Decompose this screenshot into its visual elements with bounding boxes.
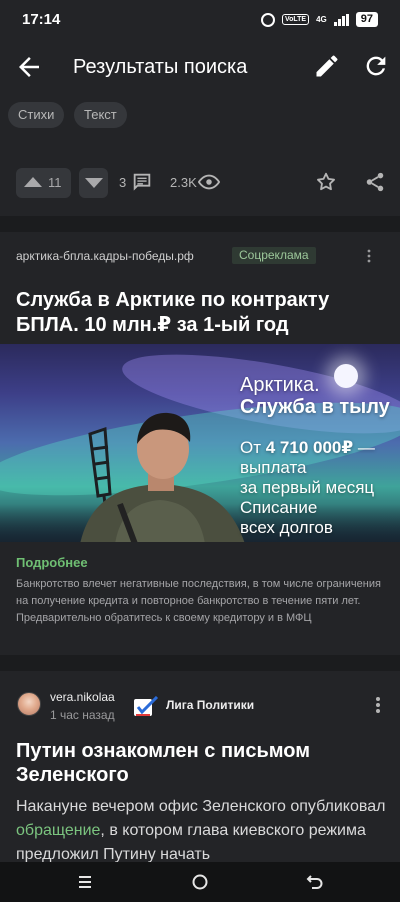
network-type: 4G bbox=[316, 14, 327, 24]
avatar[interactable] bbox=[17, 692, 41, 716]
banner-line: Служба в тылу bbox=[240, 396, 390, 418]
view-count: 2.3K bbox=[170, 175, 197, 190]
banner-line: выплата bbox=[240, 458, 307, 477]
refresh-icon[interactable] bbox=[362, 52, 390, 80]
post-actions: 11 3 2.3K bbox=[0, 168, 400, 202]
post-text: Накануне вечером офис Зеленского опублик… bbox=[16, 795, 388, 867]
downvote-button[interactable] bbox=[79, 168, 108, 198]
banner-line: Арктика. bbox=[240, 374, 320, 396]
community-logo-icon[interactable] bbox=[133, 696, 159, 718]
page-title: Результаты поиска bbox=[73, 56, 248, 78]
eye-icon bbox=[198, 174, 220, 190]
star-icon[interactable] bbox=[315, 171, 337, 193]
pencil-icon[interactable] bbox=[313, 52, 341, 80]
ad-badge: Соцреклама bbox=[232, 247, 316, 264]
banner-amount-line: От 4 710 000₽ — bbox=[240, 438, 375, 458]
ad-more-link[interactable]: Подробнее bbox=[16, 555, 88, 570]
tag-chip[interactable]: Стихи bbox=[8, 102, 65, 128]
banner-amount: 4 710 000₽ bbox=[265, 438, 354, 457]
comment-count[interactable]: 3 bbox=[119, 175, 126, 190]
soldier-illustration bbox=[80, 412, 245, 542]
upvote-count: 11 bbox=[48, 175, 62, 190]
author-name[interactable]: vera.nikolaa bbox=[50, 690, 115, 704]
arrow-left-icon[interactable] bbox=[14, 52, 44, 82]
banner-line: Списание bbox=[240, 498, 318, 517]
ad-disclaimer: Банкротство влечет негативные последстви… bbox=[16, 578, 381, 624]
alarm-icon bbox=[260, 12, 275, 27]
community-name[interactable]: Лига Политики bbox=[166, 698, 254, 712]
ad-card[interactable]: арктика-бпла.кадры-победы.рф Соцреклама … bbox=[0, 232, 400, 655]
tag-chip[interactable]: Текст bbox=[74, 102, 127, 128]
status-icons: VoLTE 4G 97 bbox=[260, 12, 378, 27]
more-vert-icon[interactable] bbox=[371, 695, 385, 715]
moon-decoration bbox=[334, 364, 358, 388]
more-vert-icon[interactable] bbox=[362, 246, 376, 266]
arrow-up-icon bbox=[24, 177, 42, 187]
banner-suffix: — bbox=[353, 438, 375, 457]
app-bar: Результаты поиска bbox=[0, 40, 400, 96]
ad-banner-image[interactable]: Арктика. Служба в тылу От 4 710 000₽ — в… bbox=[0, 344, 400, 542]
menu-icon[interactable] bbox=[75, 872, 95, 892]
post-link[interactable]: обращение bbox=[16, 822, 100, 839]
post-card[interactable]: vera.nikolaa 1 час назад Лига Политики П… bbox=[0, 671, 400, 866]
signal-icon bbox=[333, 13, 349, 26]
post-tags-section: Стихи Текст 11 3 2.3K bbox=[0, 96, 400, 216]
battery-icon: 97 bbox=[355, 12, 378, 27]
arrow-down-icon bbox=[85, 178, 103, 188]
post-time: 1 час назад bbox=[50, 708, 115, 722]
banner-line: за первый месяц bbox=[240, 478, 375, 497]
ad-title[interactable]: Служба в Арктике по контракту БПЛА. 10 м… bbox=[16, 288, 386, 338]
comment-icon[interactable] bbox=[131, 171, 153, 193]
post-title[interactable]: Путин ознакомлен с письмом Зеленского bbox=[16, 739, 386, 787]
home-icon[interactable] bbox=[190, 872, 210, 892]
system-nav-bar bbox=[0, 862, 400, 902]
share-icon[interactable] bbox=[364, 171, 386, 193]
post-text-start: Накануне вечером офис Зеленского опублик… bbox=[16, 798, 386, 815]
banner-line: всех долгов bbox=[240, 518, 333, 537]
status-time: 17:14 bbox=[22, 11, 61, 28]
upvote-button[interactable]: 11 bbox=[16, 168, 71, 198]
ad-domain[interactable]: арктика-бпла.кадры-победы.рф bbox=[16, 249, 194, 263]
status-bar: 17:14 VoLTE 4G 97 bbox=[0, 0, 400, 40]
back-icon[interactable] bbox=[305, 872, 325, 892]
volte-badge: VoLTE bbox=[281, 14, 310, 25]
banner-prefix: От bbox=[240, 438, 266, 457]
